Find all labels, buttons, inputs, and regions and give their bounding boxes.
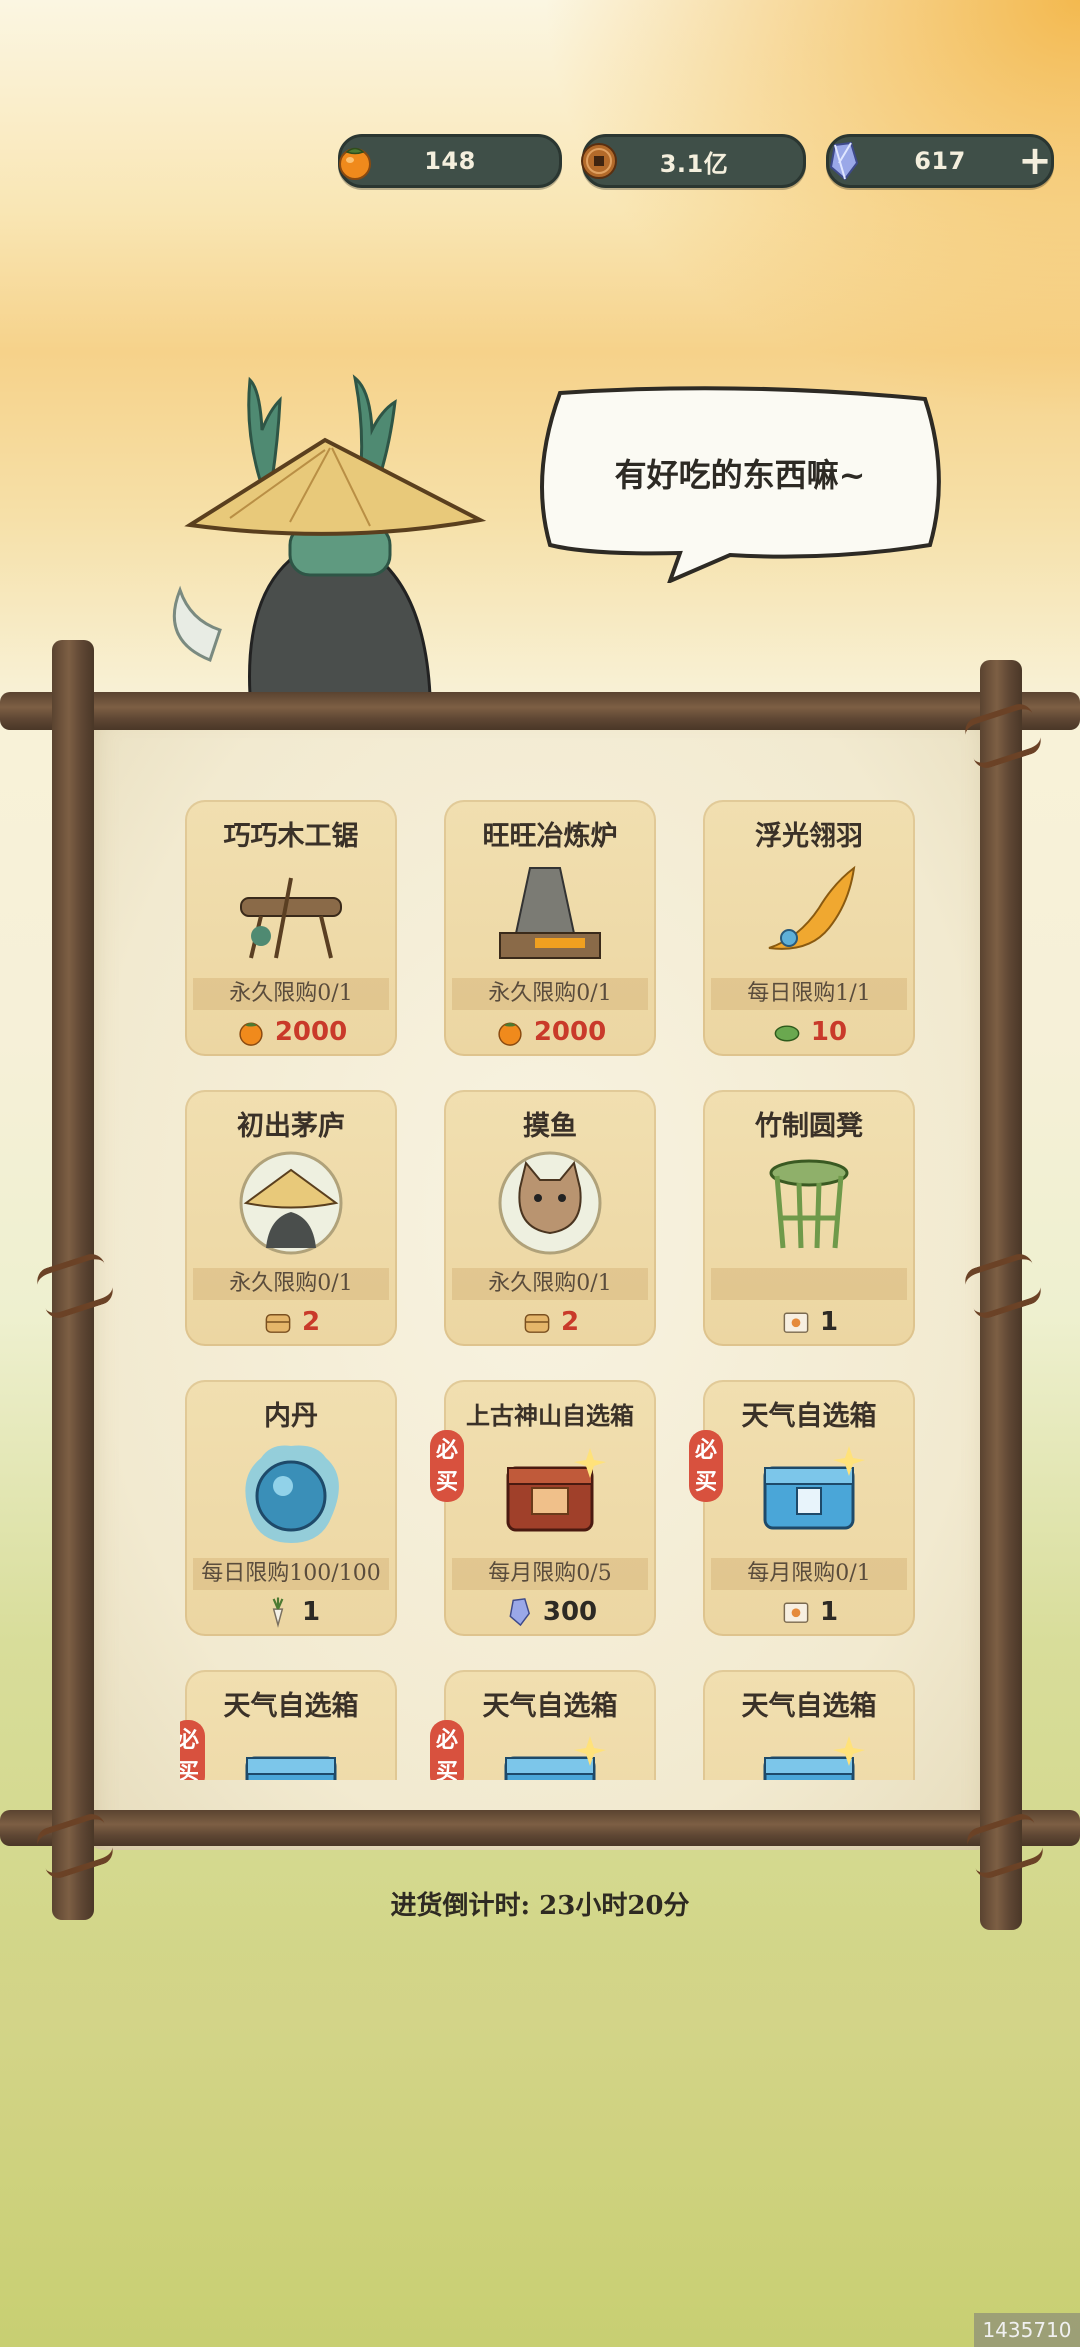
item-name: 天气自选箱 xyxy=(741,1691,877,1722)
item-price[interactable]: 2 xyxy=(444,1304,656,1340)
shop-item-card[interactable]: 初出茅庐 永久限购0/1 2 xyxy=(185,1090,397,1346)
item-name: 旺旺冶炼炉 xyxy=(482,821,618,852)
must-buy-badge: 必买 xyxy=(180,1720,205,1780)
weather-chest-icon xyxy=(763,1446,865,1530)
persimmon-icon xyxy=(498,1022,522,1046)
treasure-chest-icon xyxy=(506,1448,606,1532)
persimmon-icon xyxy=(339,147,371,180)
item-name: 巧巧木工锯 xyxy=(223,821,359,852)
item-name: 竹制圆凳 xyxy=(755,1111,863,1142)
currency-value: 617 xyxy=(914,147,966,175)
shop-grid: 巧巧木工锯 永久限购0/1 2000 旺旺冶炼炉 永久限购0/1 2000 浮光… xyxy=(180,795,920,1780)
price-value: 1 xyxy=(301,1597,321,1627)
shop-item-card[interactable]: 巧巧木工锯 永久限购0/1 2000 xyxy=(185,800,397,1056)
shop-item-card[interactable]: 旺旺冶炼炉 永久限购0/1 2000 xyxy=(444,800,656,1056)
ticket-icon xyxy=(783,1602,809,1623)
spirit-orb-icon xyxy=(245,1445,339,1543)
speech-text: 有好吃的东西嘛~ xyxy=(614,456,866,494)
price-value: 1 xyxy=(819,1307,839,1337)
currency-value: 3.1亿 xyxy=(659,149,729,178)
price-value: 2000 xyxy=(533,1017,607,1047)
smelting-furnace-icon xyxy=(499,867,601,959)
item-price[interactable]: 1 xyxy=(703,1594,915,1630)
watermark: 1435710 xyxy=(974,2313,1080,2347)
price-value: 2 xyxy=(301,1307,321,1337)
gem-icon xyxy=(829,141,859,181)
coin-icon xyxy=(581,143,617,179)
price-value: 10 xyxy=(810,1017,848,1047)
gem-icon xyxy=(509,1598,530,1627)
must-buy-badge: 必买 xyxy=(430,1430,464,1502)
item-price[interactable]: 1 xyxy=(703,1304,915,1340)
merchant-character xyxy=(172,374,487,697)
price-value: 1 xyxy=(819,1597,839,1627)
item-price[interactable]: 2000 xyxy=(444,1014,656,1050)
item-name: 天气自选箱 xyxy=(741,1401,877,1432)
shop-item-card[interactable]: 竹制圆凳 1 xyxy=(703,1090,915,1346)
item-price[interactable]: 2000 xyxy=(185,1014,397,1050)
weather-chest-icon xyxy=(763,1736,865,1780)
item-name: 内丹 xyxy=(264,1401,318,1432)
frame-top-beam xyxy=(0,692,1080,730)
cat-avatar-icon xyxy=(498,1151,602,1255)
shop-item-card[interactable]: 浮光翎羽 每日限购1/1 10 xyxy=(703,800,915,1056)
ticket-icon xyxy=(783,1312,809,1333)
purchase-limit: 永久限购0/1 xyxy=(193,978,389,1010)
weather-chest-icon xyxy=(504,1736,606,1780)
feather-icon xyxy=(768,865,856,950)
item-price[interactable]: 300 xyxy=(444,1594,656,1630)
steamer-icon xyxy=(524,1314,550,1333)
item-price[interactable]: 2 xyxy=(185,1304,397,1340)
purchase-limit: 每日限购1/1 xyxy=(711,978,907,1010)
weather-chest-icon xyxy=(245,1756,337,1780)
item-name: 浮光翎羽 xyxy=(755,821,863,852)
frame-bottom-beam xyxy=(0,1810,1080,1846)
background-ground xyxy=(0,1880,1080,2347)
currency-value: 148 xyxy=(424,147,476,175)
purchase-limit: 永久限购0/1 xyxy=(452,978,648,1010)
currency-gem[interactable]: 617 + xyxy=(826,134,1054,188)
jade-leaf-icon xyxy=(774,1025,800,1042)
steamer-icon xyxy=(265,1314,291,1333)
item-price[interactable]: 1 xyxy=(185,1594,397,1630)
shop-item-card[interactable]: 内丹 每日限购100/100 1 xyxy=(185,1380,397,1636)
shop-item-card[interactable]: 天气自选箱 必买 每月限购0/1 1 xyxy=(689,1380,915,1636)
saw-workshop-icon xyxy=(240,877,342,959)
radish-icon xyxy=(272,1597,284,1628)
purchase-limit: 每日限购100/100 xyxy=(193,1558,389,1590)
speech-bubble: 有好吃的东西嘛~ xyxy=(530,385,950,583)
item-name: 初出茅庐 xyxy=(237,1111,345,1142)
currency-persimmon[interactable]: 148 xyxy=(338,134,562,188)
purchase-limit: 每月限购0/1 xyxy=(711,1558,907,1590)
item-name: 天气自选箱 xyxy=(482,1691,618,1722)
item-price[interactable]: 10 xyxy=(703,1014,915,1050)
item-name: 天气自选箱 xyxy=(223,1691,359,1722)
shop-item-card[interactable]: 天气自选箱 xyxy=(703,1670,915,1780)
item-name: 上古神山自选箱 xyxy=(466,1401,634,1430)
shop-item-card[interactable]: 天气自选箱 必买 xyxy=(180,1670,397,1780)
shop-item-card[interactable]: 上古神山自选箱 必买 每月限购0/5 300 xyxy=(430,1380,656,1636)
restock-countdown: 进货倒计时: 23小时20分 xyxy=(390,1891,690,1921)
background-glow xyxy=(540,0,1080,420)
item-name: 摸鱼 xyxy=(523,1111,577,1142)
shop-item-card[interactable]: 天气自选箱 必买 xyxy=(430,1670,656,1780)
bamboo-stool-icon xyxy=(769,1159,849,1249)
purchase-limit: 每月限购0/5 xyxy=(452,1558,648,1590)
purchase-limit: 永久限购0/1 xyxy=(193,1268,389,1300)
straw-hat-avatar-icon xyxy=(239,1151,343,1255)
must-buy-badge: 必买 xyxy=(430,1720,464,1780)
price-value: 2 xyxy=(560,1307,580,1337)
purchase-limit xyxy=(711,1268,907,1300)
price-value: 300 xyxy=(542,1597,598,1627)
persimmon-icon xyxy=(239,1022,263,1046)
currency-coin[interactable]: 3.1亿 xyxy=(581,134,806,188)
must-buy-badge: 必买 xyxy=(689,1430,723,1502)
price-value: 2000 xyxy=(274,1017,348,1047)
purchase-limit: 永久限购0/1 xyxy=(452,1268,648,1300)
add-currency-button[interactable]: + xyxy=(1013,139,1057,183)
shop-item-card[interactable]: 摸鱼 永久限购0/1 2 xyxy=(444,1090,656,1346)
